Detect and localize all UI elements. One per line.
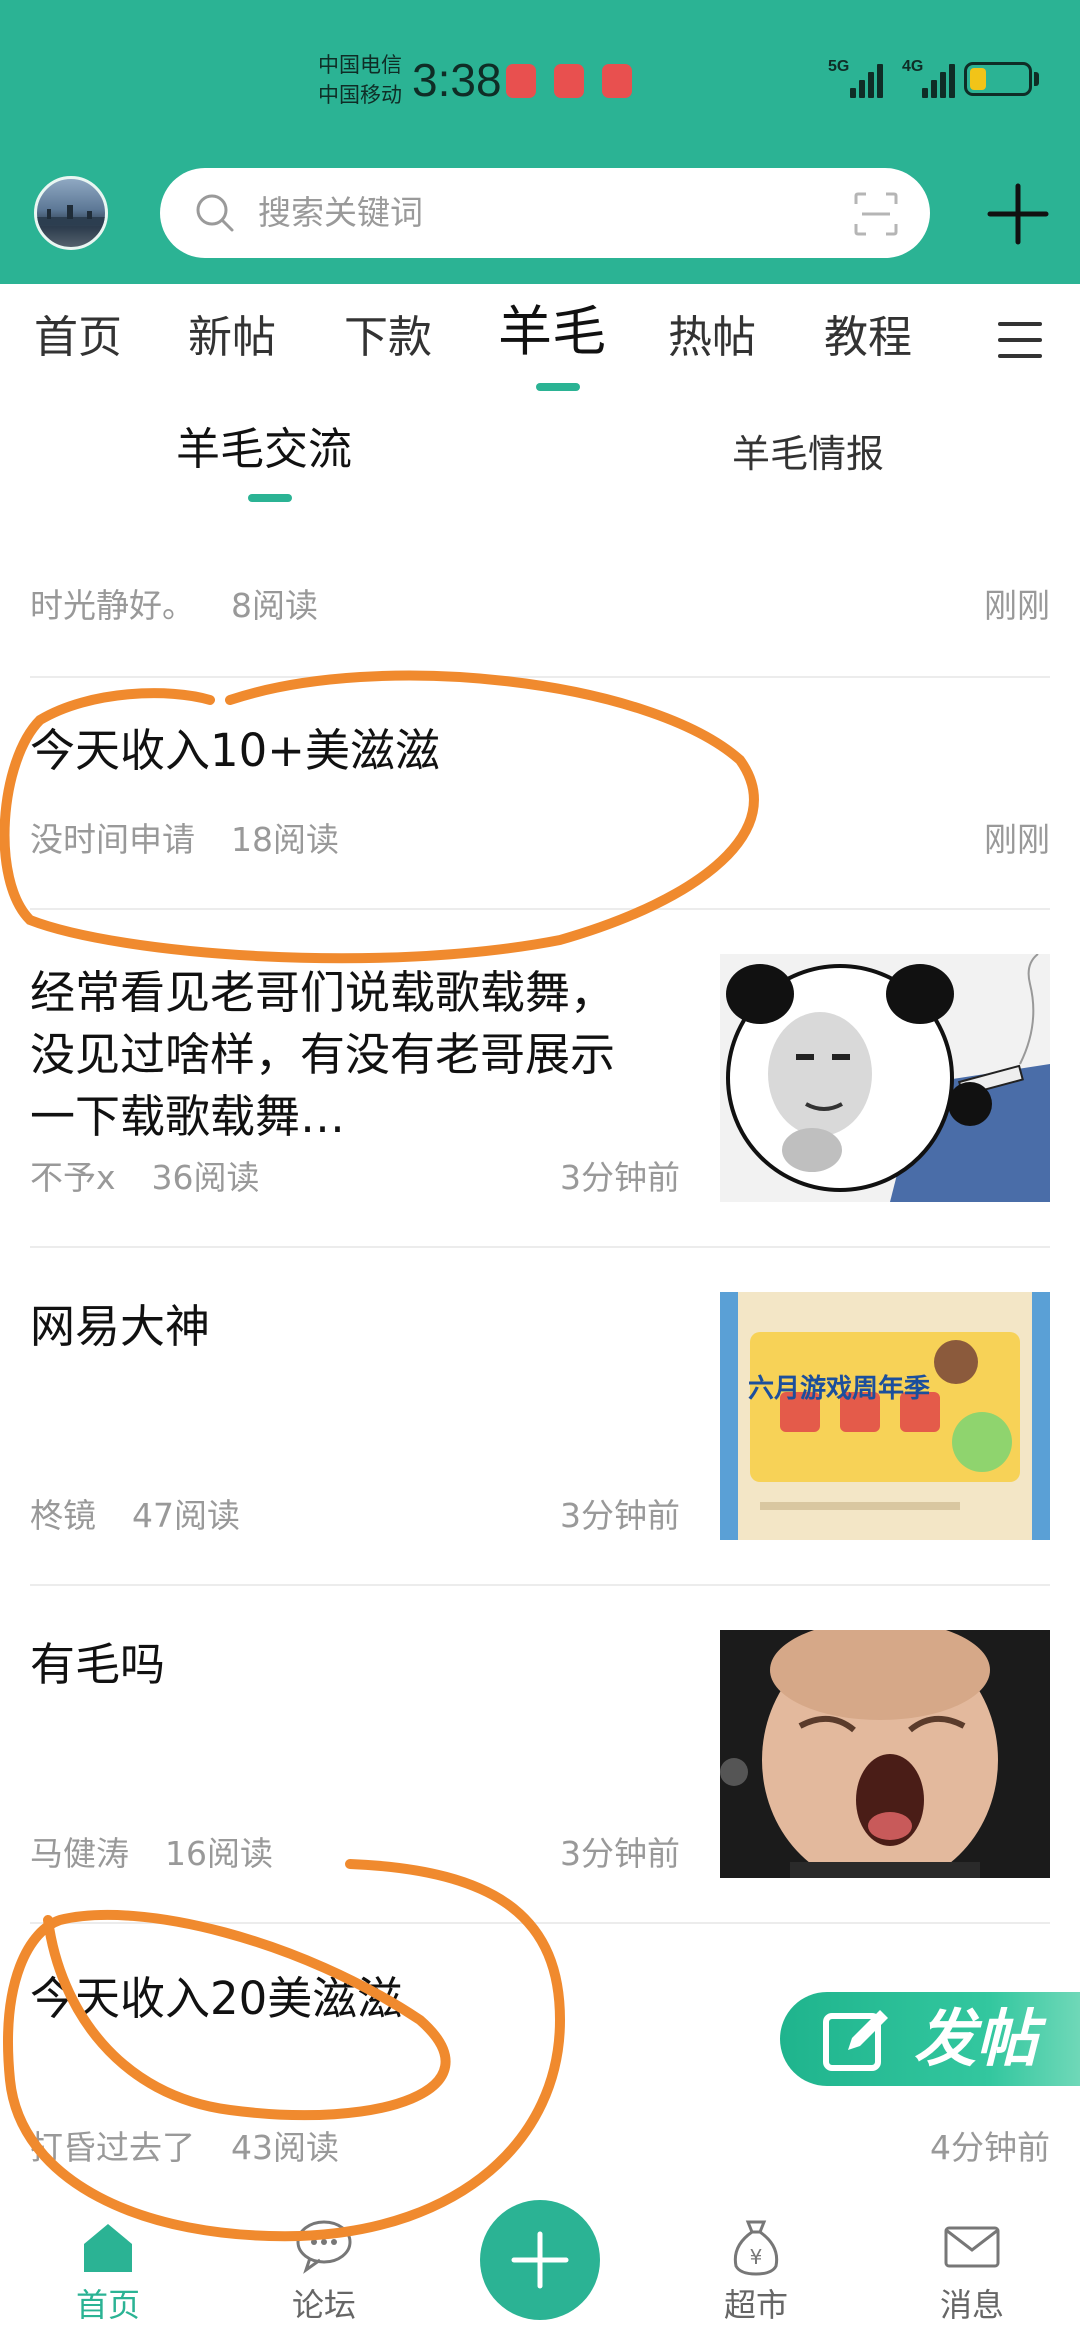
- post-reads: 16阅读: [165, 1834, 273, 1873]
- tab-new-posts[interactable]: 新帖: [188, 310, 276, 366]
- signal-strength-icon: [850, 62, 886, 98]
- notification-app-icon: [506, 64, 536, 98]
- active-tab-indicator: [536, 383, 580, 391]
- carrier-names: 中国电信 中国移动: [318, 50, 402, 110]
- network-5g-label: 5G: [828, 58, 850, 75]
- post-meta: 时光静好。 8阅读: [30, 584, 318, 628]
- tab-loans[interactable]: 下款: [344, 310, 432, 366]
- post-author: 柊镜: [30, 1496, 96, 1535]
- post-meta: 不予x 36阅读: [30, 1156, 260, 1200]
- carrier-2: 中国移动: [318, 83, 402, 107]
- status-time: 3:38: [412, 54, 502, 106]
- post-time: 3分钟前: [560, 1496, 680, 1535]
- tab-hot-posts[interactable]: 热帖: [668, 310, 756, 366]
- menu-icon[interactable]: [998, 322, 1042, 358]
- post-title: 网易大神: [30, 1300, 211, 1353]
- notification-app-icon: [602, 64, 632, 98]
- post-time: 4分钟前: [930, 2128, 1050, 2167]
- channel-tabs: 首页 新帖 下款 羊毛 热帖 教程: [0, 284, 1080, 394]
- plus-icon: [511, 2231, 569, 2289]
- top-header: 中国电信 中国移动 3:38 5G 4G 搜索关键词: [0, 0, 1080, 284]
- post-reads: 36阅读: [151, 1158, 260, 1197]
- signal-strength-icon: [922, 62, 958, 98]
- post-title: 经常看见老哥们说载歌载舞， 没见过啥样，有没有老哥展示 一下载歌载舞…: [30, 962, 710, 1148]
- post-meta: 马健涛 16阅读: [30, 1832, 273, 1876]
- search-icon: [196, 194, 234, 232]
- edit-icon: [823, 2010, 888, 2071]
- list-item[interactable]: 时光静好。 8阅读 刚刚: [0, 560, 1080, 676]
- tab-home[interactable]: 首页: [34, 310, 122, 366]
- chat-bubble-icon: [296, 2220, 352, 2274]
- svg-text:¥: ¥: [750, 2245, 763, 2269]
- nav-label: 论坛: [291, 2286, 356, 2324]
- network-4g-label: 4G: [902, 58, 924, 75]
- nav-home[interactable]: 首页: [28, 2200, 188, 2340]
- notification-app-icon: [554, 64, 584, 98]
- post-reads: 47阅读: [132, 1496, 240, 1535]
- post-title-line: 经常看见老哥们说载歌载舞，: [30, 966, 616, 1019]
- status-bar: 中国电信 中国移动 3:38 5G 4G: [0, 0, 1080, 160]
- home-icon: [84, 2224, 132, 2272]
- list-item[interactable]: 网易大神 柊镜 47阅读 3分钟前 六月游戏周年季: [0, 1248, 1080, 1584]
- nav-market[interactable]: ¥ 超市: [676, 2200, 836, 2340]
- post-title: 今天收入20美滋滋: [30, 1972, 403, 2025]
- post-time: 刚刚: [984, 586, 1050, 625]
- post-author: 打昏过去了: [30, 2128, 195, 2167]
- tab-wool[interactable]: 羊毛: [498, 304, 606, 360]
- post-meta: 打昏过去了 43阅读: [30, 2126, 339, 2170]
- search-bar[interactable]: 搜索关键词: [160, 168, 930, 258]
- list-item[interactable]: 有毛吗 马健涛 16阅读 3分钟前: [0, 1586, 1080, 1922]
- battery-icon: [964, 62, 1032, 96]
- post-time: 刚刚: [984, 820, 1050, 859]
- search-placeholder: 搜索关键词: [258, 193, 423, 232]
- carrier-1: 中国电信: [318, 53, 402, 77]
- post-title: 有毛吗: [30, 1638, 166, 1691]
- thumbnail-caption: 六月游戏周年季: [748, 1374, 931, 1404]
- list-item[interactable]: 今天收入10+美滋滋 没时间申请 18阅读 刚刚: [0, 678, 1080, 908]
- nav-label: 消息: [939, 2286, 1004, 2324]
- envelope-icon: [944, 2226, 1000, 2268]
- nav-create-button[interactable]: [480, 2200, 600, 2320]
- post-time: 3分钟前: [560, 1834, 680, 1873]
- money-bag-icon: ¥: [733, 2220, 779, 2276]
- post-author: 时光静好。: [30, 586, 195, 625]
- active-subtab-indicator: [248, 494, 292, 502]
- post-time: 3分钟前: [560, 1158, 680, 1197]
- new-post-button[interactable]: 发帖: [780, 1992, 1080, 2086]
- battery-tip: [1034, 72, 1039, 86]
- post-author: 不予x: [30, 1158, 116, 1197]
- subtab-wool-intel[interactable]: 羊毛情报: [732, 426, 884, 482]
- nav-label: 首页: [75, 2286, 140, 2324]
- post-reads: 43阅读: [231, 2128, 339, 2167]
- post-title: 今天收入10+美滋滋: [30, 724, 440, 777]
- post-author: 马健涛: [30, 1834, 129, 1873]
- post-reads: 18阅读: [231, 820, 339, 859]
- add-plus-icon[interactable]: [986, 182, 1050, 246]
- scan-icon[interactable]: [852, 190, 900, 238]
- post-title-line: 没见过啥样，有没有老哥展示: [30, 1028, 616, 1081]
- avatar[interactable]: [34, 176, 108, 250]
- tab-tutorials[interactable]: 教程: [824, 310, 912, 366]
- post-author: 没时间申请: [30, 820, 195, 859]
- new-post-label: 发帖: [914, 2002, 1039, 2075]
- post-meta: 没时间申请 18阅读: [30, 818, 339, 862]
- post-meta: 柊镜 47阅读: [30, 1494, 240, 1538]
- post-reads: 8阅读: [231, 586, 318, 625]
- post-title-line: 一下载歌载舞…: [30, 1090, 346, 1143]
- panda-meme-thumbnail[interactable]: [720, 954, 1050, 1202]
- screaming-man-thumbnail[interactable]: [720, 1630, 1050, 1878]
- nav-label: 超市: [723, 2286, 788, 2324]
- nav-messages[interactable]: 消息: [892, 2200, 1052, 2340]
- nav-forum[interactable]: 论坛: [244, 2200, 404, 2340]
- subtab-wool-exchange[interactable]: 羊毛交流: [176, 422, 352, 478]
- game-anniversary-thumbnail[interactable]: 六月游戏周年季: [720, 1292, 1050, 1540]
- list-item[interactable]: 经常看见老哥们说载歌载舞， 没见过啥样，有没有老哥展示 一下载歌载舞… 不予x 3…: [0, 910, 1080, 1246]
